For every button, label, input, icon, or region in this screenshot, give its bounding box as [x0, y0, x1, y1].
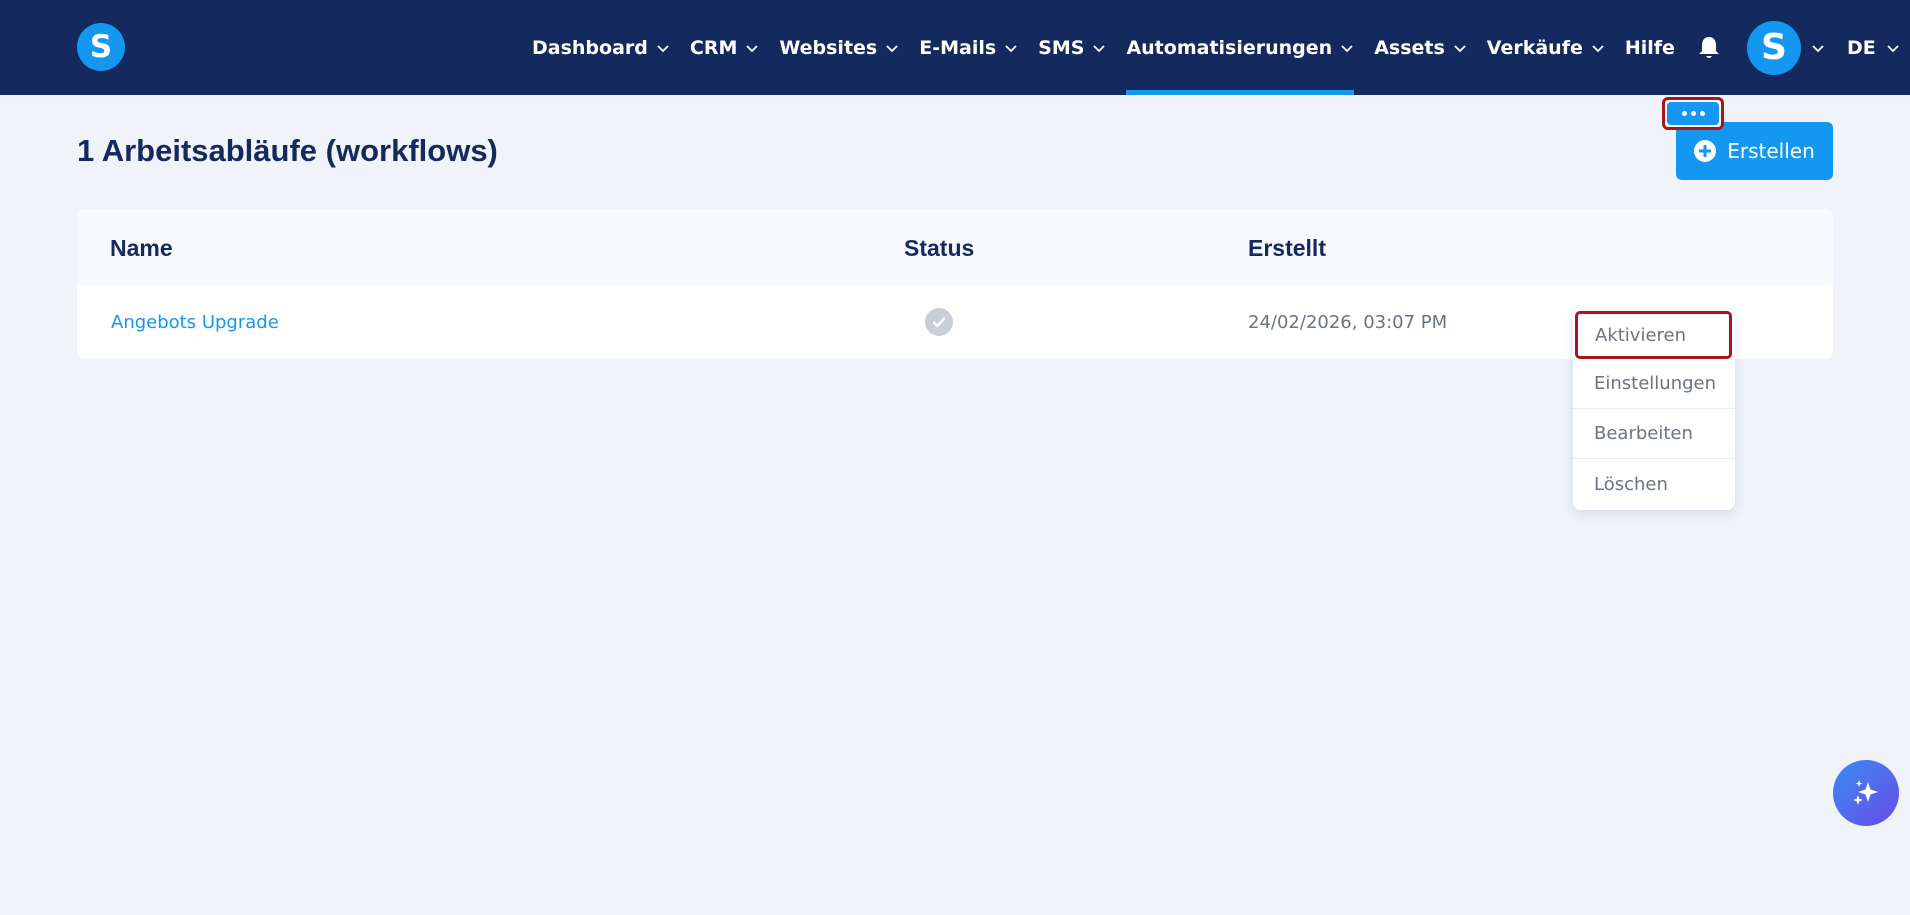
- nav-item-dashboard[interactable]: Dashboard: [532, 0, 670, 95]
- nav-item-label: CRM: [689, 36, 738, 59]
- column-header-name[interactable]: Name: [110, 235, 173, 262]
- chevron-down-icon: [1005, 44, 1017, 52]
- sparkles-icon: [1853, 780, 1878, 805]
- chevron-down-icon: [1454, 44, 1466, 52]
- chevron-down-icon: [1887, 44, 1899, 52]
- menu-item-einstellungen[interactable]: Einstellungen: [1573, 359, 1735, 409]
- plus-circle-icon: [1694, 140, 1717, 162]
- bell-icon[interactable]: [1697, 35, 1721, 61]
- nav-item-label: Hilfe: [1624, 36, 1675, 59]
- chevron-down-icon: [746, 44, 758, 52]
- nav-item-automatisierungen[interactable]: Automatisierungen: [1126, 0, 1354, 95]
- ai-assistant-button[interactable]: [1833, 760, 1899, 826]
- menu-item-aktivieren[interactable]: Aktivieren: [1575, 311, 1732, 359]
- menu-item-loschen[interactable]: Löschen: [1573, 459, 1735, 509]
- row-actions-button[interactable]: [1662, 97, 1724, 130]
- nav-item-sms[interactable]: SMS: [1038, 0, 1106, 95]
- nav-item-label: E-Mails: [919, 36, 997, 59]
- workflow-name-link[interactable]: Angebots Upgrade: [111, 312, 279, 333]
- nav-item-crm[interactable]: CRM: [690, 0, 759, 95]
- created-date: 24/02/2026, 03:07 PM: [1248, 312, 1448, 333]
- table-row: Angebots Upgrade 24/02/2026, 03:07 PM: [77, 285, 1833, 359]
- nav-item-label: Verkäufe: [1486, 36, 1583, 59]
- nav-item-hilfe[interactable]: Hilfe: [1625, 0, 1675, 95]
- nav-item-label: Assets: [1374, 36, 1445, 59]
- menu-item-bearbeiten[interactable]: Bearbeiten: [1573, 409, 1735, 459]
- app-logo[interactable]: S: [77, 23, 125, 71]
- more-horizontal-icon: [1667, 102, 1719, 125]
- chevron-down-icon: [657, 44, 669, 52]
- nav-item-assets[interactable]: Assets: [1374, 0, 1467, 95]
- main-nav: Dashboard CRM Websites E-Mails SMS Autom…: [532, 0, 1900, 95]
- nav-item-label: Websites: [779, 36, 878, 59]
- top-navigation: S Dashboard CRM Websites E-Mails SMS Aut…: [0, 0, 1910, 95]
- page-title: 1 Arbeitsabläufe (workflows): [77, 133, 498, 168]
- avatar-letter: S: [1760, 27, 1787, 68]
- workflows-table: Name Status Erstellt Angebots Upgrade 24…: [77, 209, 1833, 359]
- chevron-down-icon: [1341, 44, 1353, 52]
- chevron-down-icon: [886, 44, 898, 52]
- language-selector[interactable]: DE: [1847, 37, 1900, 59]
- row-actions-menu: Aktivieren Einstellungen Bearbeiten Lösc…: [1573, 309, 1735, 510]
- column-header-created[interactable]: Erstellt: [1248, 235, 1326, 262]
- language-label: DE: [1846, 36, 1876, 59]
- nav-item-label: Automatisierungen: [1126, 36, 1333, 59]
- chevron-down-icon: [1592, 44, 1604, 52]
- user-menu[interactable]: S: [1746, 20, 1825, 75]
- table-header: Name Status Erstellt: [77, 209, 1833, 285]
- nav-item-label: Dashboard: [532, 36, 648, 59]
- nav-item-websites[interactable]: Websites: [779, 0, 899, 95]
- avatar[interactable]: S: [1746, 20, 1801, 75]
- nav-item-emails[interactable]: E-Mails: [919, 0, 1018, 95]
- logo-letter: S: [89, 29, 113, 65]
- create-button[interactable]: Erstellen: [1676, 122, 1833, 180]
- chevron-down-icon: [1812, 44, 1824, 52]
- column-header-status[interactable]: Status: [904, 235, 974, 262]
- chevron-down-icon: [1093, 44, 1106, 52]
- create-button-label: Erstellen: [1727, 139, 1815, 163]
- nav-item-label: SMS: [1038, 36, 1085, 59]
- check-circle-icon: [925, 308, 953, 336]
- nav-item-verkaufe[interactable]: Verkäufe: [1487, 0, 1605, 95]
